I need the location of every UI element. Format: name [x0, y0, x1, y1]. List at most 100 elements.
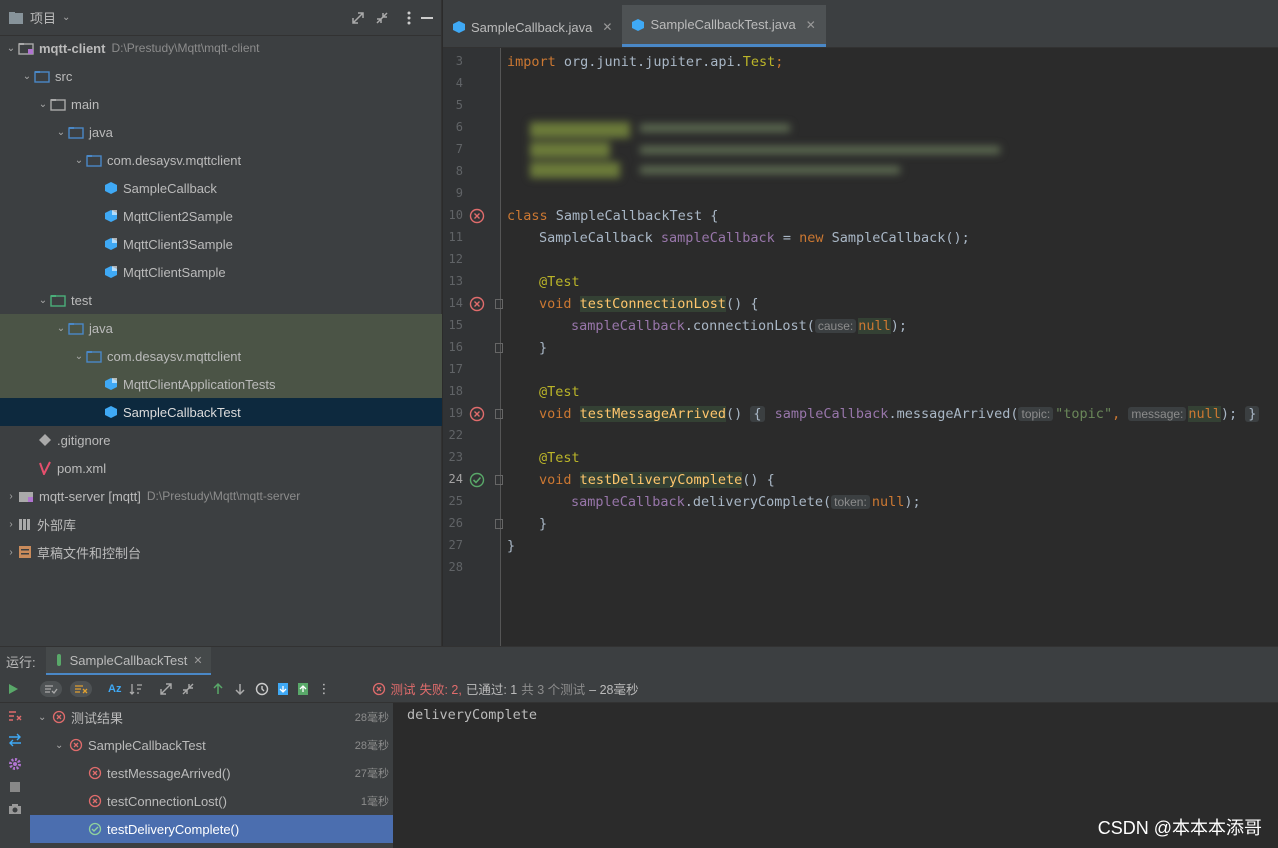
previous-failed-icon[interactable]	[211, 682, 225, 696]
code-text: Test	[742, 54, 776, 70]
tree-item-test[interactable]: ⌄ test	[0, 286, 442, 314]
tree-item-class-selected[interactable]: SampleCallbackTest	[0, 398, 442, 426]
java-class-icon	[104, 237, 118, 251]
test-failed-icon	[69, 738, 83, 752]
stop-icon[interactable]	[9, 781, 21, 793]
tree-item-gitignore[interactable]: .gitignore	[0, 426, 442, 454]
chevron-down-icon[interactable]: ⌄	[36, 99, 50, 110]
fold-icon[interactable]	[495, 475, 503, 485]
redacted-comment-block	[530, 118, 1010, 190]
collapse-all-icon[interactable]	[375, 11, 389, 25]
result-class[interactable]: ⌄ SampleCallbackTest 28毫秒	[30, 731, 393, 759]
result-method[interactable]: testConnectionLost() 1毫秒	[30, 787, 393, 815]
folder-icon	[50, 97, 66, 111]
result-name: testConnectionLost()	[107, 793, 227, 809]
tree-item-class[interactable]: SampleCallback	[0, 174, 442, 202]
tree-item-class[interactable]: MqttClientSample	[0, 258, 442, 286]
tree-item-scratches[interactable]: › 草稿文件和控制台	[0, 538, 442, 566]
project-panel-title[interactable]: 项目	[30, 8, 56, 27]
fold-icon[interactable]	[495, 519, 503, 529]
chevron-down-icon[interactable]: ⌄	[54, 127, 68, 138]
sort-duration-icon[interactable]	[129, 682, 143, 696]
tree-item-main[interactable]: ⌄ main	[0, 90, 442, 118]
folded-brace: }	[1245, 406, 1260, 422]
keyword: new	[799, 230, 824, 246]
hide-panel-icon[interactable]	[421, 11, 433, 25]
result-method[interactable]: testMessageArrived() 27毫秒	[30, 759, 393, 787]
expand-all-icon[interactable]	[159, 682, 173, 696]
keyword: class	[507, 208, 548, 224]
chevron-down-icon[interactable]: ⌄	[62, 12, 70, 23]
tree-item-class[interactable]: MqttClientApplicationTests	[0, 370, 442, 398]
close-icon[interactable]: ✕	[602, 20, 612, 34]
more-options-icon[interactable]: ⋮	[317, 681, 330, 697]
tab-samplecallback[interactable]: SampleCallback.java ✕	[443, 7, 622, 47]
tree-item-test-package[interactable]: ⌄ com.desaysv.mqttclient	[0, 342, 442, 370]
tree-item-src[interactable]: ⌄ src	[0, 62, 442, 90]
line-number: 27	[448, 538, 463, 552]
run-tab[interactable]: SampleCallbackTest ✕	[45, 647, 211, 675]
gear-icon[interactable]	[8, 757, 22, 771]
chevron-right-icon[interactable]: ›	[4, 491, 18, 502]
export-tests-icon[interactable]	[297, 682, 309, 696]
rerun-icon[interactable]	[6, 682, 20, 696]
stop-on-fail-icon[interactable]	[8, 709, 22, 723]
field-name: sampleCallback	[660, 230, 775, 246]
code-line-15: sampleCallback.connectionLost(cause: null…	[571, 318, 907, 334]
chevron-right-icon[interactable]: ›	[4, 519, 18, 530]
console-output[interactable]: deliveryComplete	[407, 707, 537, 723]
chevron-down-icon[interactable]: ⌄	[4, 43, 18, 54]
test-passed-icon[interactable]	[469, 472, 485, 488]
chevron-down-icon[interactable]: ⌄	[72, 351, 86, 362]
chevron-down-icon[interactable]: ⌄	[72, 155, 86, 166]
tree-item-package[interactable]: ⌄ com.desaysv.mqttclient	[0, 146, 442, 174]
import-tests-icon[interactable]	[277, 682, 289, 696]
tree-item-mqtt-client[interactable]: ⌄ mqtt-client D:\Prestudy\Mqtt\mqtt-clie…	[0, 34, 442, 62]
tree-item-label: MqttClientSample	[123, 264, 226, 280]
fold-icon[interactable]	[495, 409, 503, 419]
tree-item-label: 草稿文件和控制台	[37, 545, 142, 561]
chevron-down-icon[interactable]: ⌄	[20, 71, 34, 82]
keyword: null	[1188, 406, 1221, 422]
tree-item-mqtt-server[interactable]: › mqtt-server [mqtt] D:\Prestudy\Mqtt\mq…	[0, 482, 442, 510]
test-failed-icon[interactable]	[469, 406, 485, 422]
fold-icon[interactable]	[495, 299, 503, 309]
tree-item-external-libs[interactable]: › 外部库	[0, 510, 442, 538]
tab-samplecallbacktest[interactable]: SampleCallbackTest.java ✕	[622, 5, 826, 47]
sort-alpha-icon[interactable]: Az	[108, 683, 121, 695]
result-root[interactable]: ⌄ 测试结果 28毫秒	[30, 703, 393, 731]
chevron-down-icon[interactable]: ⌄	[36, 295, 50, 306]
close-icon[interactable]: ✕	[806, 18, 816, 32]
close-icon[interactable]: ✕	[193, 654, 202, 667]
tree-item-class[interactable]: MqttClient3Sample	[0, 230, 442, 258]
line-number: 7	[455, 142, 463, 156]
show-passed-icon[interactable]	[40, 680, 62, 697]
package-icon	[86, 153, 102, 167]
tree-item-class[interactable]: MqttClient2Sample	[0, 202, 442, 230]
keyword: null	[858, 318, 891, 334]
field-name: sampleCallback	[571, 318, 685, 334]
more-options-icon[interactable]	[407, 11, 411, 25]
project-panel-header: 项目 ⌄	[0, 0, 441, 36]
next-failed-icon[interactable]	[233, 682, 247, 696]
fold-icon[interactable]	[495, 343, 503, 353]
tree-item-pom[interactable]: pom.xml	[0, 454, 442, 482]
test-failed-icon[interactable]	[469, 208, 485, 224]
code-text: ()	[725, 406, 751, 422]
chevron-right-icon[interactable]: ›	[4, 547, 18, 558]
tree-item-test-java[interactable]: ⌄ java	[0, 314, 442, 342]
chevron-down-icon[interactable]: ⌄	[55, 740, 69, 751]
collapse-all-icon[interactable]	[181, 682, 195, 696]
test-failed-icon[interactable]	[469, 296, 485, 312]
camera-icon[interactable]	[8, 803, 22, 815]
line-number: 18	[448, 384, 463, 398]
expand-all-icon[interactable]	[351, 11, 365, 25]
keyword: import	[507, 54, 556, 70]
tree-item-java[interactable]: ⌄ java	[0, 118, 442, 146]
result-method-selected[interactable]: testDeliveryComplete()	[30, 815, 393, 843]
show-ignored-icon[interactable]	[70, 680, 92, 697]
toggle-auto-test-icon[interactable]	[8, 733, 22, 747]
chevron-down-icon[interactable]: ⌄	[38, 712, 52, 723]
history-icon[interactable]	[255, 682, 269, 696]
chevron-down-icon[interactable]: ⌄	[54, 323, 68, 334]
